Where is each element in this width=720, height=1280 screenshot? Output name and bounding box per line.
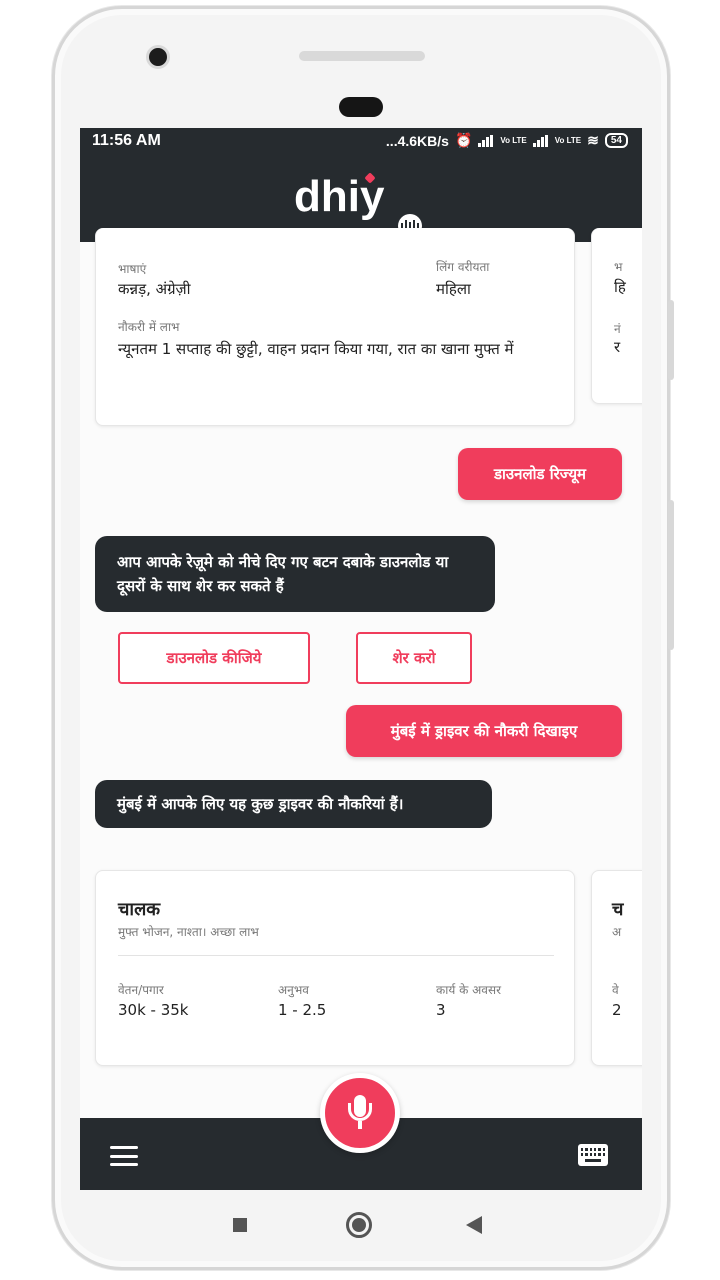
experience-value: 1 - 2.5 — [278, 1001, 327, 1019]
power-button — [668, 500, 674, 650]
back-icon[interactable] — [466, 1216, 482, 1234]
peek-job-title: च — [612, 899, 624, 920]
user-message-download-resume: डाउनलोड रिज्यूम — [458, 448, 622, 500]
user-message-driver-jobs: मुंबई में ड्राइवर की नौकरी दिखाइए — [346, 705, 622, 757]
bot-message-resume-info: आप आपके रेज़ूमे को नीचे दिए गए बटन दबाके… — [95, 536, 495, 612]
peek-value: हि — [614, 278, 626, 296]
status-time: 11:56 AM — [92, 132, 161, 149]
languages-value: कन्नड़, अंग्रेज़ी — [118, 280, 191, 298]
gender-value: महिला — [436, 280, 471, 298]
peek-salary-value: 2 — [612, 1001, 622, 1019]
card-divider — [118, 955, 554, 956]
peek-salary-label: वे — [612, 983, 619, 997]
languages-label: भाषाएं — [118, 262, 147, 276]
recents-icon[interactable] — [233, 1218, 247, 1232]
share-button[interactable]: शेर करो — [356, 632, 472, 684]
app-screen: 11:56 AM ...4.6KB/s ⏰ Vo LTE Vo LTE ≋ 54… — [80, 128, 642, 1190]
wifi-icon: ≋ — [587, 132, 599, 148]
battery-icon: 54 — [604, 133, 628, 148]
gender-label: लिंग वरीयता — [436, 260, 490, 274]
menu-icon[interactable] — [110, 1146, 138, 1166]
signal-icon-2 — [532, 134, 549, 147]
bot-message-jobs-list: मुंबई में आपके लिए यह कुछ ड्राइवर की नौक… — [95, 780, 492, 828]
benefits-label: नौकरी में लाभ — [118, 320, 180, 334]
profile-card-next[interactable]: भ हि नं र — [591, 228, 642, 404]
android-nav-bar — [80, 1190, 642, 1254]
benefits-value: न्यूनतम 1 सप्ताह की छुट्टी, वाहन प्रदान … — [118, 340, 514, 358]
job-title: चालक — [118, 899, 161, 920]
home-icon[interactable] — [346, 1212, 372, 1238]
peek-value-2: र — [614, 338, 621, 356]
peek-label-2: नं — [614, 322, 621, 336]
peek-job-subtitle: अ — [612, 925, 622, 939]
proximity-sensor — [339, 97, 383, 117]
salary-value: 30k - 35k — [118, 1001, 189, 1019]
lte-icon: Vo LTE — [500, 135, 527, 145]
experience-label: अनुभव — [278, 983, 309, 997]
download-button[interactable]: डाउनलोड कीजिये — [118, 632, 310, 684]
microphone-icon — [348, 1095, 372, 1131]
status-bar: 11:56 AM ...4.6KB/s ⏰ Vo LTE Vo LTE ≋ 54 — [80, 128, 642, 158]
openings-label: कार्य के अवसर — [436, 983, 501, 997]
lte-icon-2: Vo LTE — [554, 135, 582, 145]
job-subtitle: मुफ्त भोजन, नाश्ता। अच्छा लाभ — [118, 925, 259, 939]
alarm-off-icon: ⏰ — [454, 132, 473, 148]
mic-button[interactable] — [320, 1073, 400, 1153]
volume-button — [668, 300, 674, 380]
salary-label: वेतन/पगार — [118, 983, 164, 997]
earpiece-speaker — [299, 51, 425, 61]
job-card[interactable]: चालक मुफ्त भोजन, नाश्ता। अच्छा लाभ वेतन/… — [95, 870, 575, 1066]
job-card-next[interactable]: च अ वे 2 — [591, 870, 642, 1066]
openings-value: 3 — [436, 1001, 446, 1019]
peek-label: भ — [614, 260, 623, 274]
signal-icon — [478, 134, 494, 147]
front-camera — [146, 45, 170, 69]
status-icons: ...4.6KB/s ⏰ Vo LTE Vo LTE ≋ 54 — [386, 132, 628, 149]
keyboard-icon[interactable] — [578, 1144, 608, 1166]
network-speed: ...4.6KB/s — [385, 132, 449, 149]
